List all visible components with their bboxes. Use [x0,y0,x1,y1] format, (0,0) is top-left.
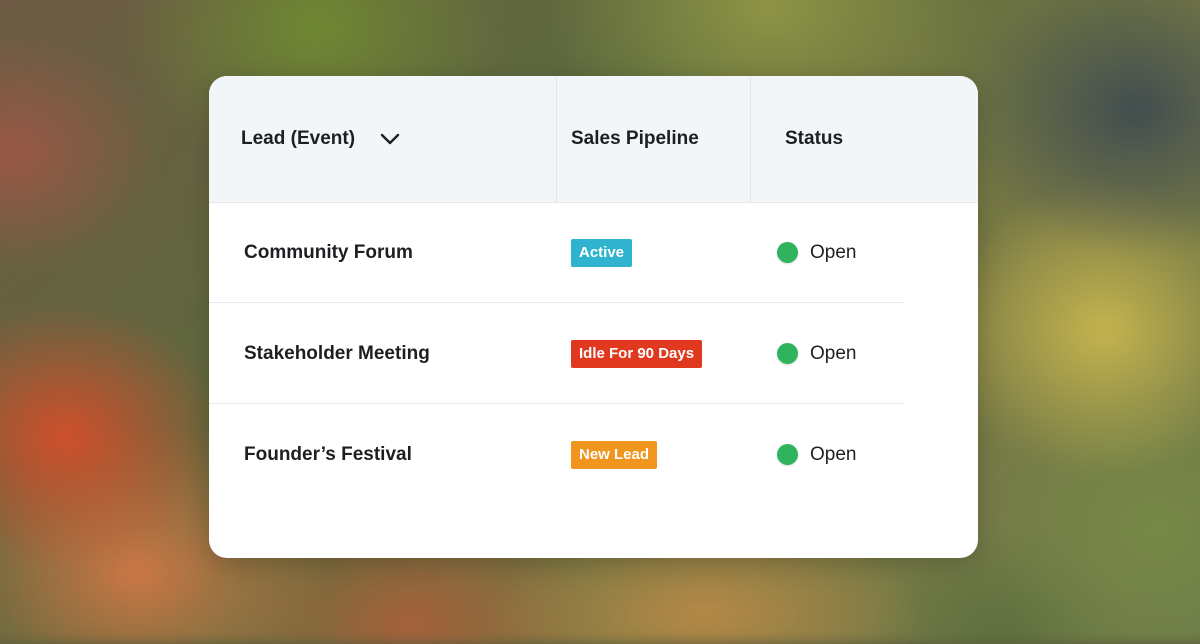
status-label: Open [810,443,857,465]
table-row[interactable]: Stakeholder Meeting Idle For 90 Days Ope… [209,303,904,404]
column-divider [750,76,751,202]
status-cell: Open [777,202,856,303]
chevron-down-icon[interactable] [379,128,401,150]
lead-name: Community Forum [244,241,413,263]
table-row[interactable]: Founder’s Festival New Lead Open [209,404,904,505]
status-dot-icon [777,242,798,263]
status-cell: Open [777,404,856,505]
lead-name: Founder’s Festival [244,443,412,465]
column-header-lead-label: Lead (Event) [241,128,356,149]
table-row[interactable]: Community Forum Active Open [209,202,904,303]
pipeline-badge: Active [571,238,633,267]
column-divider [556,76,557,202]
status-dot-icon [777,343,798,364]
pipeline-badge: New Lead [571,440,658,469]
table-header: Lead (Event) Sales Pipeline Status [209,76,978,203]
pipeline-badge: Idle For 90 Days [571,339,703,368]
status-cell: Open [777,303,856,404]
lead-name: Stakeholder Meeting [244,342,430,364]
column-header-pipeline: Sales Pipeline [571,76,699,202]
status-dot-icon [777,444,798,465]
status-label: Open [810,342,857,364]
column-header-lead[interactable]: Lead (Event) [241,76,401,202]
column-header-pipeline-label: Sales Pipeline [571,128,699,149]
leads-table-card: Lead (Event) Sales Pipeline Status Commu… [209,76,978,558]
column-header-status-label: Status [785,128,844,149]
status-label: Open [810,241,857,263]
column-header-status: Status [785,76,843,202]
